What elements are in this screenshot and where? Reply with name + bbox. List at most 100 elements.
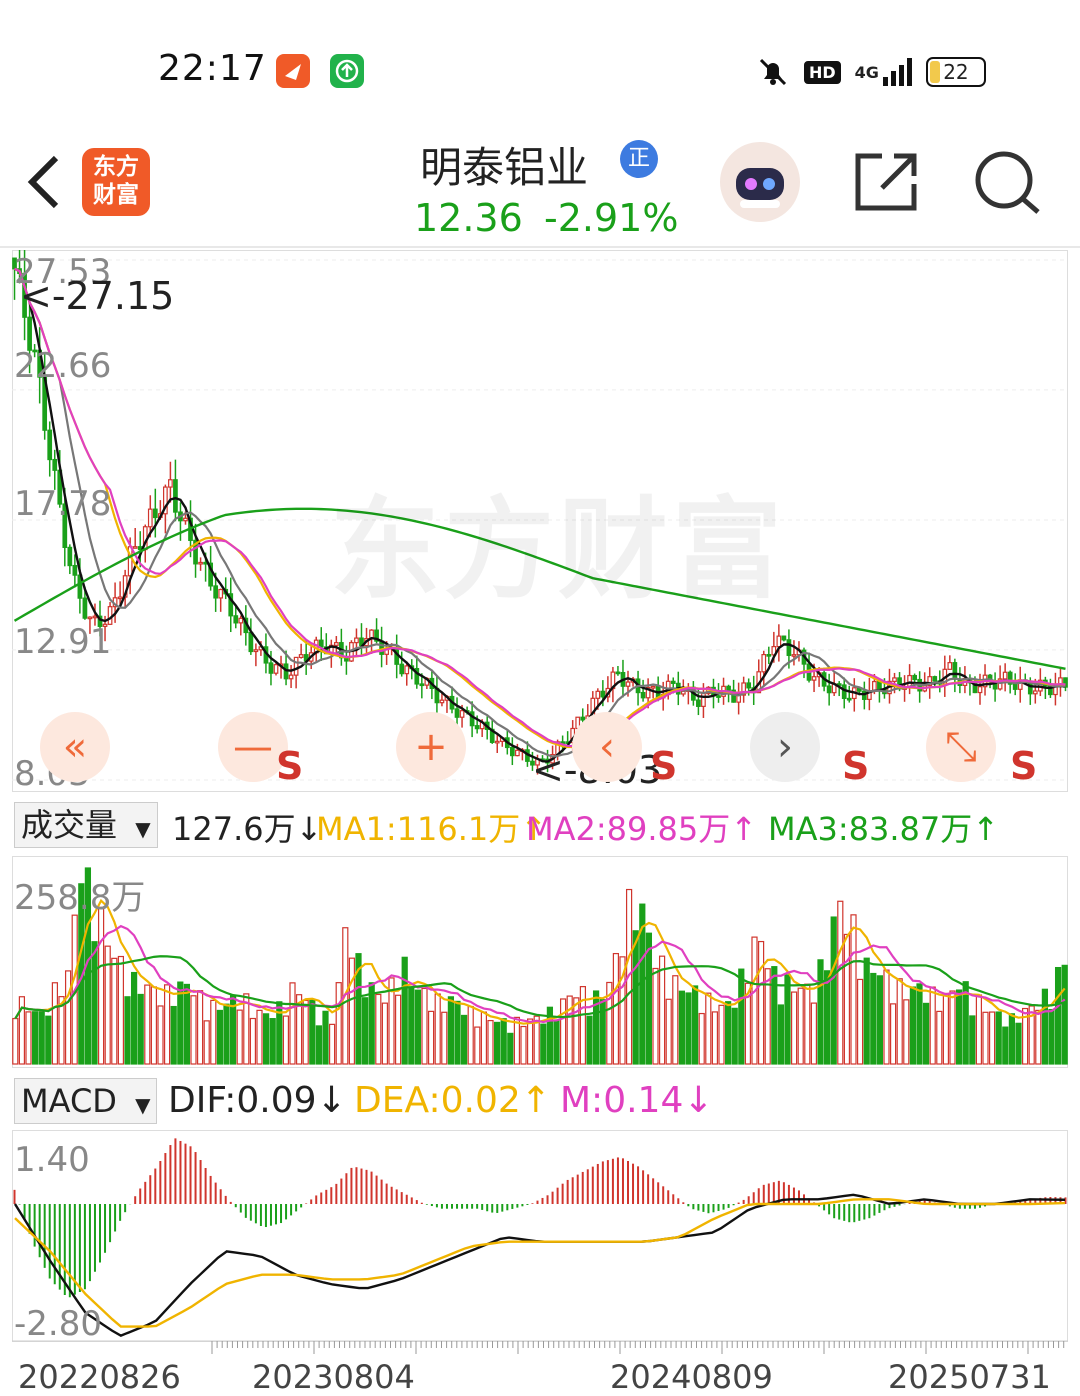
macd-dea: DEA:0.02↑	[354, 1080, 551, 1121]
macd-indicator-select[interactable]: MACD ▼	[14, 1078, 158, 1124]
volume-bar	[487, 1019, 494, 1065]
volume-chart[interactable]	[12, 856, 1068, 1068]
volume-bar	[764, 968, 771, 1065]
candle	[892, 677, 897, 682]
zoom-in-button[interactable]: +	[396, 712, 466, 782]
volume-bar	[837, 900, 844, 1065]
volume-bar	[507, 1032, 514, 1065]
volume-bar	[183, 983, 191, 1065]
candle	[72, 564, 78, 576]
candle	[218, 588, 224, 599]
candle	[640, 691, 646, 699]
volume-bar	[665, 998, 672, 1065]
candle	[399, 663, 405, 675]
candle	[82, 597, 88, 619]
search-icon[interactable]	[972, 148, 1044, 216]
update-app-icon	[330, 54, 364, 88]
sell-signal: S	[276, 744, 304, 788]
volume-bar	[289, 982, 296, 1065]
volume-bar	[817, 959, 824, 1065]
stock-name: 明泰铝业	[420, 143, 589, 192]
sell-signal: S	[1010, 744, 1038, 788]
scroll-right-button[interactable]: ›	[750, 712, 820, 782]
signal-icon	[882, 58, 912, 86]
candle	[293, 656, 299, 676]
volume-bar	[830, 916, 837, 1065]
volume-bar	[863, 957, 870, 1065]
candle	[379, 640, 384, 655]
candle	[67, 546, 73, 567]
volume-bar	[335, 982, 342, 1065]
volume-bar	[876, 975, 884, 1065]
volume-bar	[223, 1003, 230, 1065]
macd-y-tick: -2.80	[14, 1304, 102, 1344]
volume-bar	[31, 1011, 39, 1065]
share-icon[interactable]	[852, 150, 922, 214]
macd-chart[interactable]	[12, 1130, 1068, 1342]
volume-bar	[738, 968, 745, 1065]
volume-bar	[652, 967, 659, 1065]
volume-bar	[658, 955, 666, 1065]
volume-bar	[969, 1015, 976, 1065]
candle	[952, 662, 958, 680]
volume-bar	[210, 999, 217, 1065]
candle	[625, 681, 631, 687]
volume-bar	[843, 933, 851, 1065]
volume-bar	[685, 992, 692, 1065]
candle	[439, 699, 445, 704]
volume-bar	[790, 991, 798, 1065]
volume-bar	[427, 1010, 435, 1065]
certified-badge: 正	[620, 140, 658, 178]
volume-bar	[982, 1011, 989, 1065]
volume-bar	[540, 1023, 547, 1065]
volume-bar	[975, 994, 983, 1065]
volume-bar	[579, 986, 587, 1065]
candle	[333, 642, 339, 646]
candle	[872, 680, 877, 692]
macd-m: M:0.14↓	[560, 1080, 714, 1121]
volume-indicator-select[interactable]: 成交量 ▼	[14, 802, 158, 848]
x-date-label: 20220826	[18, 1358, 181, 1396]
volume-bar	[170, 1005, 177, 1065]
candle	[826, 685, 832, 694]
robot-assistant-icon[interactable]	[720, 142, 800, 222]
watermark: 东方财富	[330, 486, 786, 614]
candle	[877, 680, 882, 691]
volume-bar	[322, 1010, 329, 1065]
volume-bar	[124, 996, 131, 1065]
volume-bar	[394, 994, 402, 1065]
volume-bar	[282, 1015, 290, 1065]
volume-bar	[896, 978, 903, 1065]
volume-bar	[731, 1007, 738, 1065]
volume-bar	[929, 986, 936, 1065]
volume-bar	[434, 993, 441, 1065]
volume-bar	[375, 993, 382, 1065]
volume-bar	[269, 1018, 276, 1065]
volume-bar	[25, 1011, 32, 1065]
status-icons: HD 4G 22	[756, 52, 986, 92]
scroll-left-fast-button[interactable]: «	[40, 712, 110, 782]
candle	[474, 725, 480, 730]
chevron-left-icon[interactable]	[22, 152, 66, 212]
y-tick: 22.66	[14, 346, 112, 386]
candle	[615, 671, 621, 675]
candle	[786, 639, 792, 656]
candle	[977, 686, 983, 694]
candle	[183, 517, 188, 522]
volume-selector-label: 成交量	[21, 806, 118, 844]
scroll-left-button[interactable]: ‹	[572, 712, 642, 782]
app-logo[interactable]: 东方 财富	[82, 148, 150, 216]
volume-bar	[157, 1005, 164, 1065]
fullscreen-button[interactable]: ⤡	[926, 712, 996, 782]
candle	[766, 654, 772, 657]
x-date-label: 20250731	[888, 1358, 1051, 1396]
volume-bar	[474, 1026, 481, 1065]
volume-ma2: MA2:89.85万↑	[526, 810, 758, 848]
volume-ma3: MA3:83.87万↑	[768, 810, 1000, 848]
volume-bar	[870, 972, 877, 1065]
volume-bar	[249, 1017, 257, 1065]
candle	[298, 654, 304, 659]
volume-ma1: MA1:116.1万↑	[316, 810, 548, 848]
candle	[248, 631, 254, 653]
candle	[173, 479, 178, 513]
